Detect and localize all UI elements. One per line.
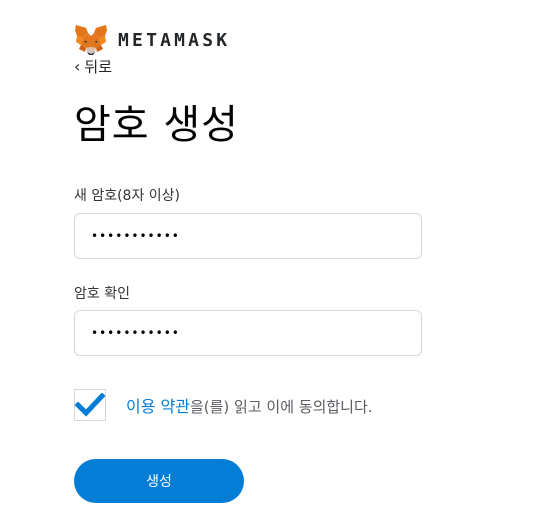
terms-text: 이용 약관을(를) 읽고 이에 동의합니다. xyxy=(126,393,373,417)
brand-wordmark: METAMASK xyxy=(118,29,231,51)
create-button[interactable]: 생성 xyxy=(74,459,244,503)
terms-suffix: 을(를) 읽고 이에 동의합니다. xyxy=(189,398,373,416)
terms-checkbox[interactable] xyxy=(74,389,106,421)
terms-row: 이용 약관을(를) 읽고 이에 동의합니다. xyxy=(74,389,373,421)
page-title: 암호 생성 xyxy=(74,102,239,148)
app-header: METAMASK xyxy=(74,24,230,56)
back-link[interactable]: ‹ 뒤로 xyxy=(74,56,112,77)
new-password-input[interactable] xyxy=(74,213,422,259)
confirm-password-input[interactable] xyxy=(74,310,422,356)
confirm-password-label: 암호 확인 xyxy=(74,286,130,302)
terms-of-use-link[interactable]: 이용 약관 xyxy=(126,397,190,416)
metamask-fox-icon xyxy=(75,25,107,55)
new-password-label: 새 암호(8자 이상) xyxy=(74,188,181,204)
create-password-page: METAMASK ‹ 뒤로 암호 생성 새 암호(8자 이상) 암호 확인 이용… xyxy=(0,0,560,532)
chevron-left-icon: ‹ xyxy=(74,57,81,76)
checkmark-icon xyxy=(75,393,105,417)
back-label: 뒤로 xyxy=(84,58,113,76)
